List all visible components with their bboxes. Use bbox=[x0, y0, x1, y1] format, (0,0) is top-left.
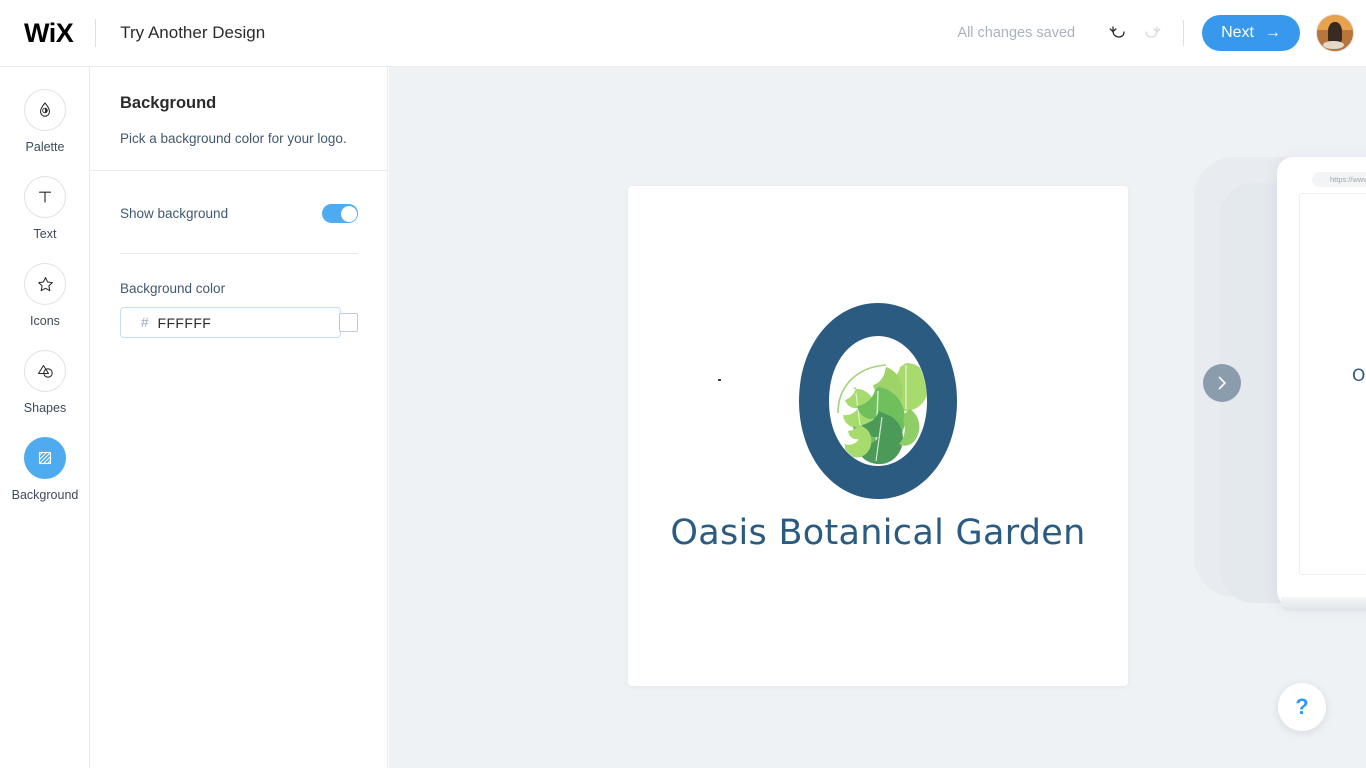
redo-button[interactable] bbox=[1135, 16, 1169, 50]
background-color-field[interactable]: # bbox=[120, 307, 358, 339]
logo-mark bbox=[778, 301, 978, 501]
device-body: https://www.m Oa bbox=[1277, 157, 1366, 611]
droplet-icon bbox=[39, 102, 51, 117]
sidebar-label-shapes: Shapes bbox=[23, 401, 67, 415]
sidebar-item-palette[interactable]: Palette bbox=[0, 89, 90, 154]
device-stand bbox=[1281, 597, 1366, 611]
logo-preview-card[interactable]: Oasis Botanical Garden bbox=[628, 186, 1128, 686]
panel-header: Background Pick a background color for y… bbox=[91, 67, 387, 170]
text-icon-wrap bbox=[24, 176, 66, 218]
undo-button[interactable] bbox=[1101, 16, 1135, 50]
shapes-icon-wrap bbox=[24, 350, 66, 392]
toggle-knob bbox=[340, 205, 357, 222]
background-hatch-icon bbox=[38, 451, 52, 465]
save-status: All changes saved bbox=[957, 25, 1076, 41]
icons-icon-wrap bbox=[24, 263, 66, 305]
question-mark-icon: ? bbox=[1295, 694, 1309, 719]
star-icon bbox=[37, 276, 53, 291]
next-button[interactable]: Next → bbox=[1202, 15, 1300, 51]
text-t-icon bbox=[38, 191, 52, 203]
app-header: WiX Try Another Design All changes saved… bbox=[0, 0, 1366, 67]
palette-icon-wrap bbox=[24, 89, 66, 131]
device-screen: https://www.m Oa bbox=[1299, 172, 1366, 575]
avatar-figure bbox=[1327, 22, 1343, 44]
sidebar-item-shapes[interactable]: Shapes bbox=[0, 350, 90, 415]
sidebar-label-palette: Palette bbox=[25, 140, 65, 154]
logo-composition: Oasis Botanical Garden bbox=[628, 186, 1128, 686]
panel-title: Background bbox=[120, 94, 217, 112]
chevron-right-icon bbox=[1218, 376, 1226, 390]
header-action-separator bbox=[1183, 20, 1185, 46]
browser-url-bar: https://www.m bbox=[1312, 172, 1366, 187]
show-background-label: Show background bbox=[120, 206, 229, 222]
background-settings-panel: Background Pick a background color for y… bbox=[91, 67, 388, 768]
next-preview-button[interactable] bbox=[1203, 364, 1241, 402]
undo-arrow-icon bbox=[1109, 26, 1125, 38]
oasis-o-monogram-icon bbox=[799, 303, 957, 499]
panel-body: Show background Background color # bbox=[91, 171, 387, 339]
sidebar-label-background: Background bbox=[11, 488, 79, 502]
background-color-label: Background color bbox=[120, 281, 226, 297]
sidebar-item-background[interactable]: Background bbox=[0, 437, 90, 502]
next-button-label: Next bbox=[1221, 24, 1254, 41]
color-swatch-button[interactable] bbox=[338, 313, 358, 333]
hex-color-input[interactable] bbox=[157, 314, 339, 331]
page-title[interactable]: Try Another Design bbox=[120, 23, 265, 43]
show-background-row: Show background bbox=[120, 171, 358, 224]
avatar-foreground bbox=[1323, 40, 1344, 49]
wix-logo[interactable]: WiX bbox=[24, 18, 74, 49]
header-divider bbox=[95, 19, 97, 47]
arrow-right-icon: → bbox=[1265, 24, 1281, 41]
panel-inner-divider bbox=[120, 253, 358, 255]
sidebar-label-icons: Icons bbox=[30, 314, 60, 328]
hash-symbol: # bbox=[141, 315, 149, 331]
help-button[interactable]: ? bbox=[1278, 683, 1326, 731]
header-actions: All changes saved Next → bbox=[957, 14, 1366, 52]
tool-sidebar: Palette Text Icons Shapes Background bbox=[0, 67, 90, 768]
sidebar-label-text: Text bbox=[33, 227, 57, 241]
panel-description: Pick a background color for your logo. bbox=[120, 131, 347, 146]
show-background-toggle[interactable] bbox=[322, 204, 358, 224]
sidebar-item-icons[interactable]: Icons bbox=[0, 263, 90, 328]
logo-business-name: Oasis Botanical Garden bbox=[670, 513, 1086, 553]
device-logo-text: Oa bbox=[1352, 366, 1366, 386]
avatar[interactable] bbox=[1316, 14, 1354, 52]
logo-canvas: https://www.m Oa bbox=[389, 67, 1366, 768]
shapes-icon bbox=[37, 364, 53, 378]
background-icon-wrap bbox=[24, 437, 66, 479]
redo-arrow-icon bbox=[1145, 26, 1161, 38]
sidebar-item-text[interactable]: Text bbox=[0, 176, 90, 241]
